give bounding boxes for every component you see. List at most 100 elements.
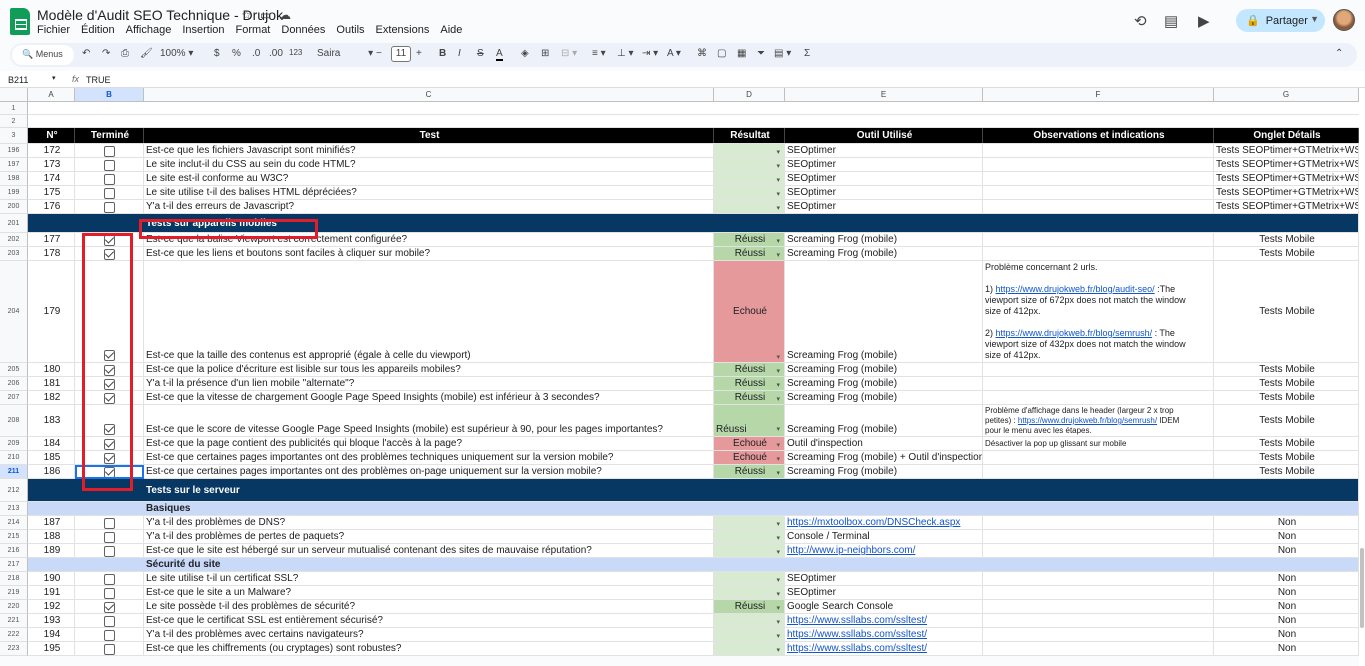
redo-icon[interactable]: ↷ [102, 48, 110, 59]
menu-insertion[interactable]: Insertion [182, 24, 224, 36]
font-size-minus[interactable]: − [376, 48, 382, 59]
row-header[interactable]: 214 [0, 516, 28, 530]
cell-obs[interactable] [983, 144, 1214, 157]
cell-test[interactable]: Est-ce que les fichiers Javascript sont … [144, 144, 714, 157]
cell-tab[interactable]: Non [1214, 530, 1359, 543]
cell-test[interactable]: Est-ce que les chiffrements (ou cryptage… [144, 642, 714, 655]
dropdown-arrow-icon[interactable]: ▾ [776, 574, 780, 585]
row-header[interactable]: 202 [0, 233, 28, 247]
result-select[interactable]: Réussi ▾ [714, 465, 785, 478]
cell-tool[interactable]: Screaming Frog (mobile) + Outil d'inspec… [785, 451, 983, 464]
decrease-decimal-button[interactable]: .0 [252, 48, 260, 59]
cell-test[interactable]: Est-ce que le site a un Malware? [144, 586, 714, 599]
col-header-d[interactable]: D [714, 88, 785, 102]
result-select[interactable]: ▾ [714, 572, 785, 585]
cell-tool[interactable]: Screaming Frog (mobile) [785, 391, 983, 404]
dropdown-arrow-icon[interactable]: ▾ [776, 307, 780, 362]
cell-obs[interactable] [983, 530, 1214, 543]
comment-icon[interactable]: ▤ [1164, 12, 1178, 30]
font-size-plus[interactable]: + [416, 48, 422, 59]
percent-button[interactable]: % [232, 48, 241, 59]
row-header[interactable]: 203 [0, 247, 28, 261]
checkbox[interactable] [104, 235, 115, 246]
avatar[interactable] [1333, 9, 1355, 31]
row-header[interactable]: 220 [0, 600, 28, 614]
dropdown-arrow-icon[interactable]: ▾ [776, 365, 780, 376]
checkbox[interactable] [104, 518, 115, 529]
dropdown-arrow-icon[interactable]: ▾ [776, 439, 780, 450]
checkbox[interactable] [104, 424, 115, 435]
row-header[interactable]: 2 [0, 115, 28, 128]
chart-icon[interactable]: ▦ [737, 48, 746, 59]
cell-test[interactable]: Est-ce que le certificat SSL est entière… [144, 614, 714, 627]
cell-tab[interactable]: Tests Mobile [1214, 451, 1359, 464]
scrollbar-thumb[interactable] [1360, 548, 1364, 628]
name-box-dropdown-icon[interactable]: ▾ [52, 74, 56, 82]
cell-tool[interactable]: https://www.ssllabs.com/ssltest/ [785, 614, 983, 627]
cell-tab[interactable]: Tests Mobile [1214, 437, 1359, 450]
cell-obs[interactable] [983, 614, 1214, 627]
result-select[interactable]: Réussi ▾ [714, 247, 785, 260]
cell-test[interactable]: Le site inclut-il du CSS au sein du code… [144, 158, 714, 171]
share-button[interactable]: 🔒 Partager ▼ [1236, 9, 1325, 32]
wrap-icon[interactable]: ⇥ ▾ [642, 48, 658, 59]
cell-test[interactable]: Est-ce que la police d'écriture est lisi… [144, 363, 714, 376]
menu-aide[interactable]: Aide [440, 24, 462, 36]
cell-tab[interactable]: Tests SEOPtimer+GTMetrix+WST [1214, 144, 1359, 157]
checkbox[interactable] [104, 249, 115, 260]
row-header[interactable]: 198 [0, 172, 28, 186]
cell-test[interactable]: Y'a t-il la présence d'un lien mobile "a… [144, 377, 714, 390]
cell-tab[interactable]: Non [1214, 516, 1359, 529]
cell-tab[interactable]: Tests SEOPtimer+GTMetrix+WST [1214, 172, 1359, 185]
cell-tab[interactable]: Tests Mobile [1214, 363, 1359, 376]
result-select[interactable]: Réussi ▾ [714, 233, 785, 246]
dropdown-arrow-icon[interactable]: ▾ [776, 518, 780, 529]
obs-link[interactable]: https://www.drujokweb.fr/blog/semrush/ [1018, 416, 1157, 425]
merge-icon[interactable]: ⊟ ▾ [561, 48, 577, 59]
result-select[interactable]: Réussi ▾ [714, 377, 785, 390]
checkbox[interactable] [104, 439, 115, 450]
dropdown-arrow-icon[interactable]: ▾ [776, 588, 780, 599]
checkbox[interactable] [104, 616, 115, 627]
cell-test[interactable]: Est-ce que la vitesse de chargement Goog… [144, 391, 714, 404]
checkbox[interactable] [104, 630, 115, 641]
result-select[interactable]: ▾ [714, 614, 785, 627]
valign-icon[interactable]: ⊥ ▾ [617, 48, 634, 59]
dropdown-arrow-icon[interactable]: ▾ [776, 235, 780, 246]
cell-obs[interactable] [983, 642, 1214, 655]
row-header[interactable]: 216 [0, 544, 28, 558]
cell-test[interactable]: Le site utilise t-il un certificat SSL? [144, 572, 714, 585]
dropdown-arrow-icon[interactable]: ▾ [776, 249, 780, 260]
vertical-scrollbar[interactable] [1359, 88, 1365, 666]
select-all-corner[interactable] [0, 88, 28, 102]
star-icon[interactable]: ☆ [241, 8, 252, 22]
cell-tool[interactable]: SEOptimer [785, 200, 983, 213]
result-select[interactable]: ▾ [714, 516, 785, 529]
undo-icon[interactable]: ↶ [82, 48, 90, 59]
cell-obs[interactable] [983, 377, 1214, 390]
menu-fichier[interactable]: Fichier [37, 24, 70, 36]
cell-obs[interactable]: Problème concernant 2 urls. 1) https://w… [983, 261, 1214, 362]
cell-test[interactable]: Est-ce que la balise Viewport est correc… [144, 233, 714, 246]
cell-tab[interactable]: Non [1214, 628, 1359, 641]
cell-test[interactable]: Est-ce que la page contient des publicit… [144, 437, 714, 450]
result-select[interactable]: ▾ [714, 628, 785, 641]
cell-tab[interactable]: Tests Mobile [1214, 391, 1359, 404]
result-select[interactable]: ▾ [714, 642, 785, 655]
cell-obs[interactable] [983, 158, 1214, 171]
result-select[interactable]: ▾ [714, 186, 785, 199]
checkbox[interactable] [104, 588, 115, 599]
rotate-icon[interactable]: A ▾ [667, 48, 681, 59]
row-header[interactable]: 1 [0, 102, 28, 115]
result-select[interactable]: Réussi ▾ [714, 363, 785, 376]
cell-test[interactable]: Le site est-il conforme au W3C? [144, 172, 714, 185]
cell-tool[interactable]: Screaming Frog (mobile) [785, 465, 983, 478]
strikethrough-button[interactable]: S [477, 48, 484, 59]
row-header[interactable]: 199 [0, 186, 28, 200]
cell-obs[interactable]: Désactiver la pop up glissant sur mobile [983, 437, 1214, 450]
col-header-g[interactable]: G [1214, 88, 1359, 102]
cell-tab[interactable]: Tests Mobile [1214, 233, 1359, 246]
cell-tab[interactable]: Non [1214, 600, 1359, 613]
font-size-input[interactable]: 11 [391, 46, 411, 62]
bold-button[interactable]: B [439, 48, 446, 59]
